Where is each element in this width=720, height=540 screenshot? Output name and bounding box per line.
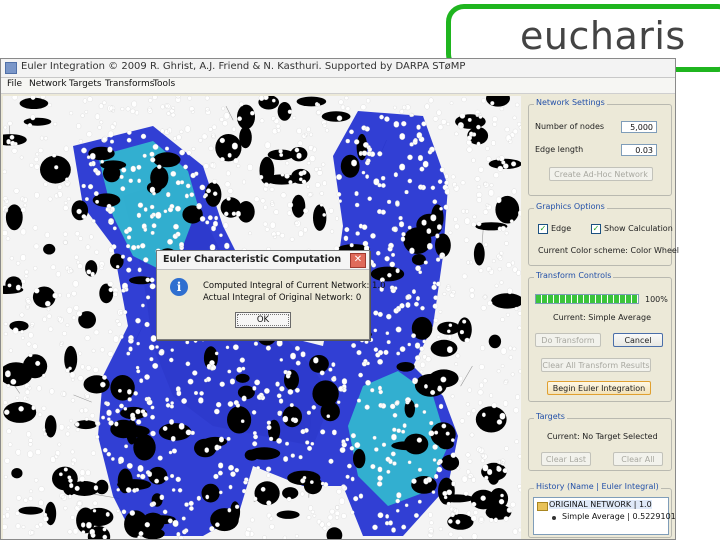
folder-icon — [537, 502, 548, 511]
dialog-actual-text: Actual Integral of Original Network: 0 — [203, 293, 362, 303]
history-group: History (Name | Euler Integral) ORIGINAL… — [528, 482, 676, 538]
window-title: Euler Integration © 2009 R. Ghrist, A.J.… — [21, 61, 466, 72]
menu-network[interactable]: Network — [29, 79, 67, 89]
begin-euler-button[interactable]: Begin Euler Integration — [547, 381, 651, 395]
info-icon: i — [170, 278, 188, 296]
transform-progress-fill — [536, 295, 638, 303]
nodes-field[interactable]: 5,000 — [621, 121, 657, 133]
clear-last-button[interactable]: Clear Last — [541, 452, 591, 466]
cancel-button[interactable]: Cancel — [613, 333, 663, 347]
menu-tools[interactable]: Tools — [153, 79, 175, 89]
checkbox-icon[interactable]: ✓ — [591, 224, 601, 234]
current-target-text: Current: No Target Selected — [547, 432, 658, 441]
history-row-original[interactable]: ORIGINAL NETWORK | 1.0 — [549, 500, 652, 509]
transform-controls-group: Transform Controls 100% Current: Simple … — [528, 271, 672, 402]
clear-transforms-button[interactable]: Clear All Transform Results — [541, 358, 651, 372]
network-settings-title: Network Settings — [534, 98, 607, 107]
current-transform-text: Current: Simple Average — [553, 313, 651, 322]
edge-length-label: Edge length — [535, 145, 584, 154]
window-app-icon — [5, 62, 17, 74]
show-calc-label: Show Calculation — [604, 224, 673, 233]
edge-length-field[interactable]: 0.03 — [621, 144, 657, 156]
create-network-button[interactable]: Create Ad-Hoc Network — [549, 167, 653, 181]
edge-checkbox-label: Edge — [551, 224, 572, 233]
history-row-average[interactable]: Simple Average | 0.5229101 — [562, 512, 676, 521]
network-settings-group: Network Settings Number of nodes 5,000 E… — [528, 98, 672, 196]
targets-group: Targets Current: No Target Selected Clea… — [528, 412, 672, 471]
graphics-options-group: Graphics Options ✓ Edge ✓ Show Calculati… — [528, 202, 679, 266]
history-title: History (Name | Euler Integral) — [534, 482, 661, 491]
title-bar[interactable]: Euler Integration © 2009 R. Ghrist, A.J.… — [1, 59, 675, 78]
progress-percent: 100% — [645, 295, 668, 304]
color-scheme-text: Current Color scheme: Color Wheel — [538, 246, 680, 255]
ok-button[interactable]: OK — [235, 312, 291, 328]
control-panel: Network Settings Number of nodes 5,000 E… — [526, 96, 679, 539]
clear-all-button[interactable]: Clear All — [613, 452, 663, 466]
checkbox-icon[interactable]: ✓ — [538, 224, 548, 234]
close-icon[interactable]: ✕ — [350, 253, 366, 268]
dialog-title: Euler Characteristic Computation — [163, 254, 342, 265]
euler-dialog: Euler Characteristic Computation ✕ i Com… — [156, 250, 386, 340]
menu-transforms[interactable]: Transforms — [105, 79, 154, 89]
menu-bar: File Network Targets Transforms Tools — [1, 78, 675, 94]
transform-progress-bar — [535, 294, 639, 304]
dialog-title-bar[interactable]: Euler Characteristic Computation ✕ — [157, 251, 369, 270]
do-transform-button[interactable]: Do Transform — [535, 333, 601, 347]
menu-targets[interactable]: Targets — [69, 79, 102, 89]
nodes-label: Number of nodes — [535, 122, 605, 131]
graphics-options-title: Graphics Options — [534, 202, 607, 211]
targets-title: Targets — [534, 412, 567, 421]
slide-badge-text: eucharis — [520, 14, 686, 58]
menu-file[interactable]: File — [7, 79, 22, 89]
history-tree[interactable]: ORIGINAL NETWORK | 1.0 Simple Average | … — [533, 497, 676, 535]
app-window: Euler Integration © 2009 R. Ghrist, A.J.… — [0, 58, 679, 540]
transform-controls-title: Transform Controls — [534, 271, 614, 280]
dialog-computed-text: Computed Integral of Current Network: 1.… — [203, 281, 386, 291]
bullet-icon — [552, 516, 556, 520]
